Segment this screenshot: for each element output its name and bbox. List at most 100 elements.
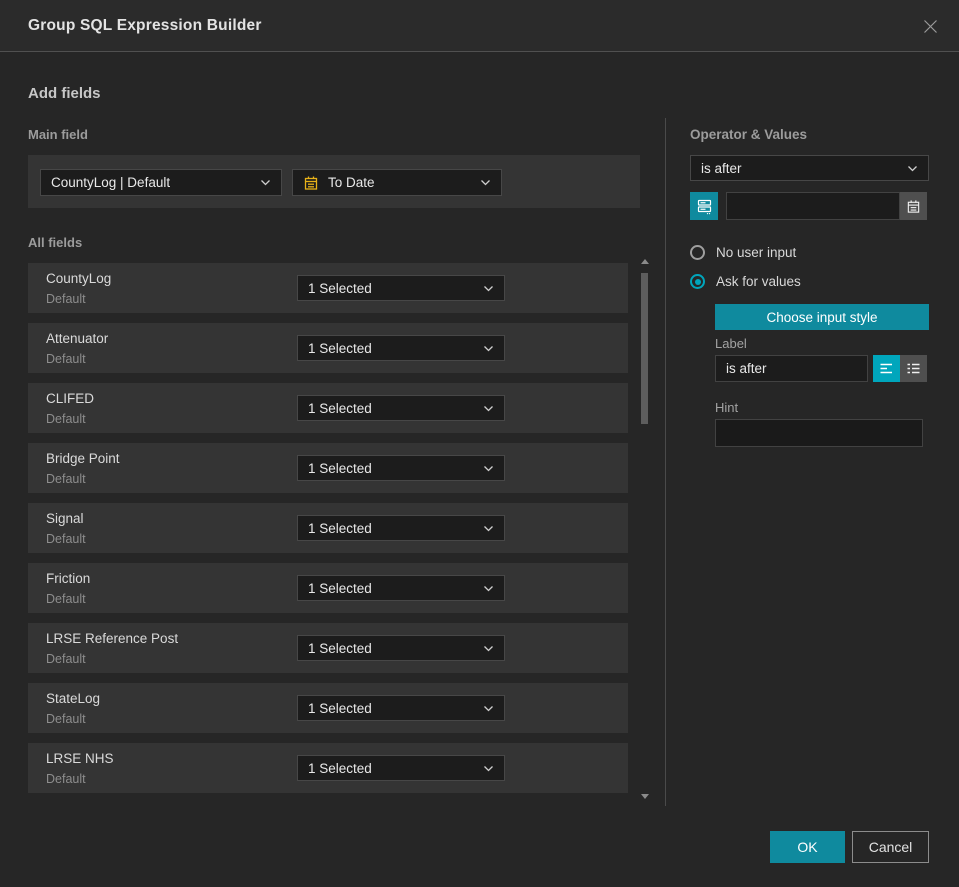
field-name: Bridge Point [46, 451, 120, 466]
label-field-label: Label [715, 336, 747, 351]
selected-count: 1 Selected [308, 760, 372, 776]
selected-count: 1 Selected [308, 280, 372, 296]
chevron-down-icon [260, 179, 271, 186]
field-selected-dropdown[interactable]: 1 Selected [297, 395, 505, 421]
field-row: CLIFED Default 1 Selected [28, 383, 628, 433]
selected-count: 1 Selected [308, 700, 372, 716]
main-field-dropdown[interactable]: CountyLog | Default [40, 169, 282, 196]
field-name: Friction [46, 571, 91, 586]
field-subtitle: Default [46, 592, 86, 606]
date-picker-button[interactable] [900, 192, 927, 220]
field-selected-dropdown[interactable]: 1 Selected [297, 695, 505, 721]
field-row: CountyLog Default 1 Selected [28, 263, 628, 313]
field-selected-dropdown[interactable]: 1 Selected [297, 455, 505, 481]
radio-no-user-input[interactable]: No user input [690, 245, 796, 260]
main-field-date-value: To Date [328, 175, 375, 190]
chevron-down-icon [483, 525, 494, 532]
radio-ask-for-values-label: Ask for values [716, 274, 801, 289]
field-name: StateLog [46, 691, 101, 706]
field-subtitle: Default [46, 772, 86, 786]
hint-field-label: Hint [715, 400, 739, 415]
field-subtitle: Default [46, 652, 86, 666]
choose-input-style-label: Choose input style [766, 309, 878, 325]
field-row: Attenuator Default 1 Selected [28, 323, 628, 373]
chevron-down-icon [483, 285, 494, 292]
radio-circle-icon [690, 245, 705, 260]
add-fields-heading: Add fields [28, 85, 101, 102]
chevron-down-icon [480, 179, 491, 186]
group-sql-expression-builder-dialog: Group SQL Expression Builder Add fields … [0, 0, 959, 887]
single-value-style-toggle[interactable] [873, 355, 900, 382]
set-values-button[interactable] [690, 192, 718, 220]
close-icon [922, 18, 939, 35]
field-selected-dropdown[interactable]: 1 Selected [297, 575, 505, 601]
main-field-panel: CountyLog | Default To Date [28, 155, 640, 208]
cancel-button-label: Cancel [868, 839, 913, 855]
choose-input-style-button[interactable]: Choose input style [715, 304, 929, 330]
cancel-button[interactable]: Cancel [852, 831, 929, 863]
dialog-title: Group SQL Expression Builder [28, 17, 262, 34]
chevron-down-icon [483, 345, 494, 352]
label-input[interactable] [715, 355, 868, 382]
all-fields-heading: All fields [28, 235, 83, 250]
ok-button[interactable]: OK [770, 831, 845, 863]
selected-count: 1 Selected [308, 640, 372, 656]
all-fields-list: CountyLog Default 1 Selected Attenuator … [28, 263, 628, 795]
list-style-toggle[interactable] [900, 355, 927, 382]
scrollbar-thumb[interactable] [641, 273, 648, 424]
ok-button-label: OK [797, 839, 818, 855]
chevron-down-icon [907, 165, 918, 172]
field-selected-dropdown[interactable]: 1 Selected [297, 275, 505, 301]
calendar-icon [303, 175, 319, 191]
value-input[interactable] [726, 192, 900, 220]
chevron-down-icon [483, 585, 494, 592]
field-name: CountyLog [46, 271, 112, 286]
field-name: Signal [46, 511, 84, 526]
close-button[interactable] [913, 9, 947, 43]
field-name: CLIFED [46, 391, 95, 406]
values-list-icon [696, 198, 713, 215]
chevron-down-icon [483, 645, 494, 652]
operator-values-heading: Operator & Values [690, 127, 808, 142]
field-row: Friction Default 1 Selected [28, 563, 628, 613]
field-subtitle: Default [46, 472, 86, 486]
field-row: LRSE Reference Post Default 1 Selected [28, 623, 628, 673]
field-subtitle: Default [46, 292, 86, 306]
field-subtitle: Default [46, 352, 86, 366]
field-row: Signal Default 1 Selected [28, 503, 628, 553]
field-selected-dropdown[interactable]: 1 Selected [297, 335, 505, 361]
selected-count: 1 Selected [308, 520, 372, 536]
field-subtitle: Default [46, 532, 86, 546]
operator-dropdown[interactable]: is after [690, 155, 929, 181]
field-selected-dropdown[interactable]: 1 Selected [297, 755, 505, 781]
field-name: LRSE Reference Post [46, 631, 179, 646]
field-subtitle: Default [46, 412, 86, 426]
operator-dropdown-value: is after [701, 160, 742, 176]
field-selected-dropdown[interactable]: 1 Selected [297, 515, 505, 541]
field-row: LRSE NHS Default 1 Selected [28, 743, 628, 793]
dialog-header: Group SQL Expression Builder [0, 0, 959, 52]
scrollbar-up-arrow-icon[interactable] [641, 259, 649, 264]
field-row: Bridge Point Default 1 Selected [28, 443, 628, 493]
field-selected-dropdown[interactable]: 1 Selected [297, 635, 505, 661]
hint-input[interactable] [715, 419, 923, 447]
selected-count: 1 Selected [308, 400, 372, 416]
calendar-icon [906, 199, 921, 214]
scrollbar-down-arrow-icon[interactable] [641, 794, 649, 799]
field-row: StateLog Default 1 Selected [28, 683, 628, 733]
radio-ask-for-values[interactable]: Ask for values [690, 274, 801, 289]
list-scrollbar [640, 259, 650, 799]
main-field-heading: Main field [28, 127, 88, 142]
chevron-down-icon [483, 405, 494, 412]
align-left-icon [879, 362, 894, 375]
selected-count: 1 Selected [308, 340, 372, 356]
list-icon [906, 362, 921, 375]
field-name: Attenuator [46, 331, 109, 346]
vertical-divider [665, 118, 666, 806]
chevron-down-icon [483, 465, 494, 472]
selected-count: 1 Selected [308, 580, 372, 596]
field-subtitle: Default [46, 712, 86, 726]
main-field-dropdown-value: CountyLog | Default [51, 175, 171, 190]
main-field-date-dropdown[interactable]: To Date [292, 169, 502, 196]
chevron-down-icon [483, 765, 494, 772]
